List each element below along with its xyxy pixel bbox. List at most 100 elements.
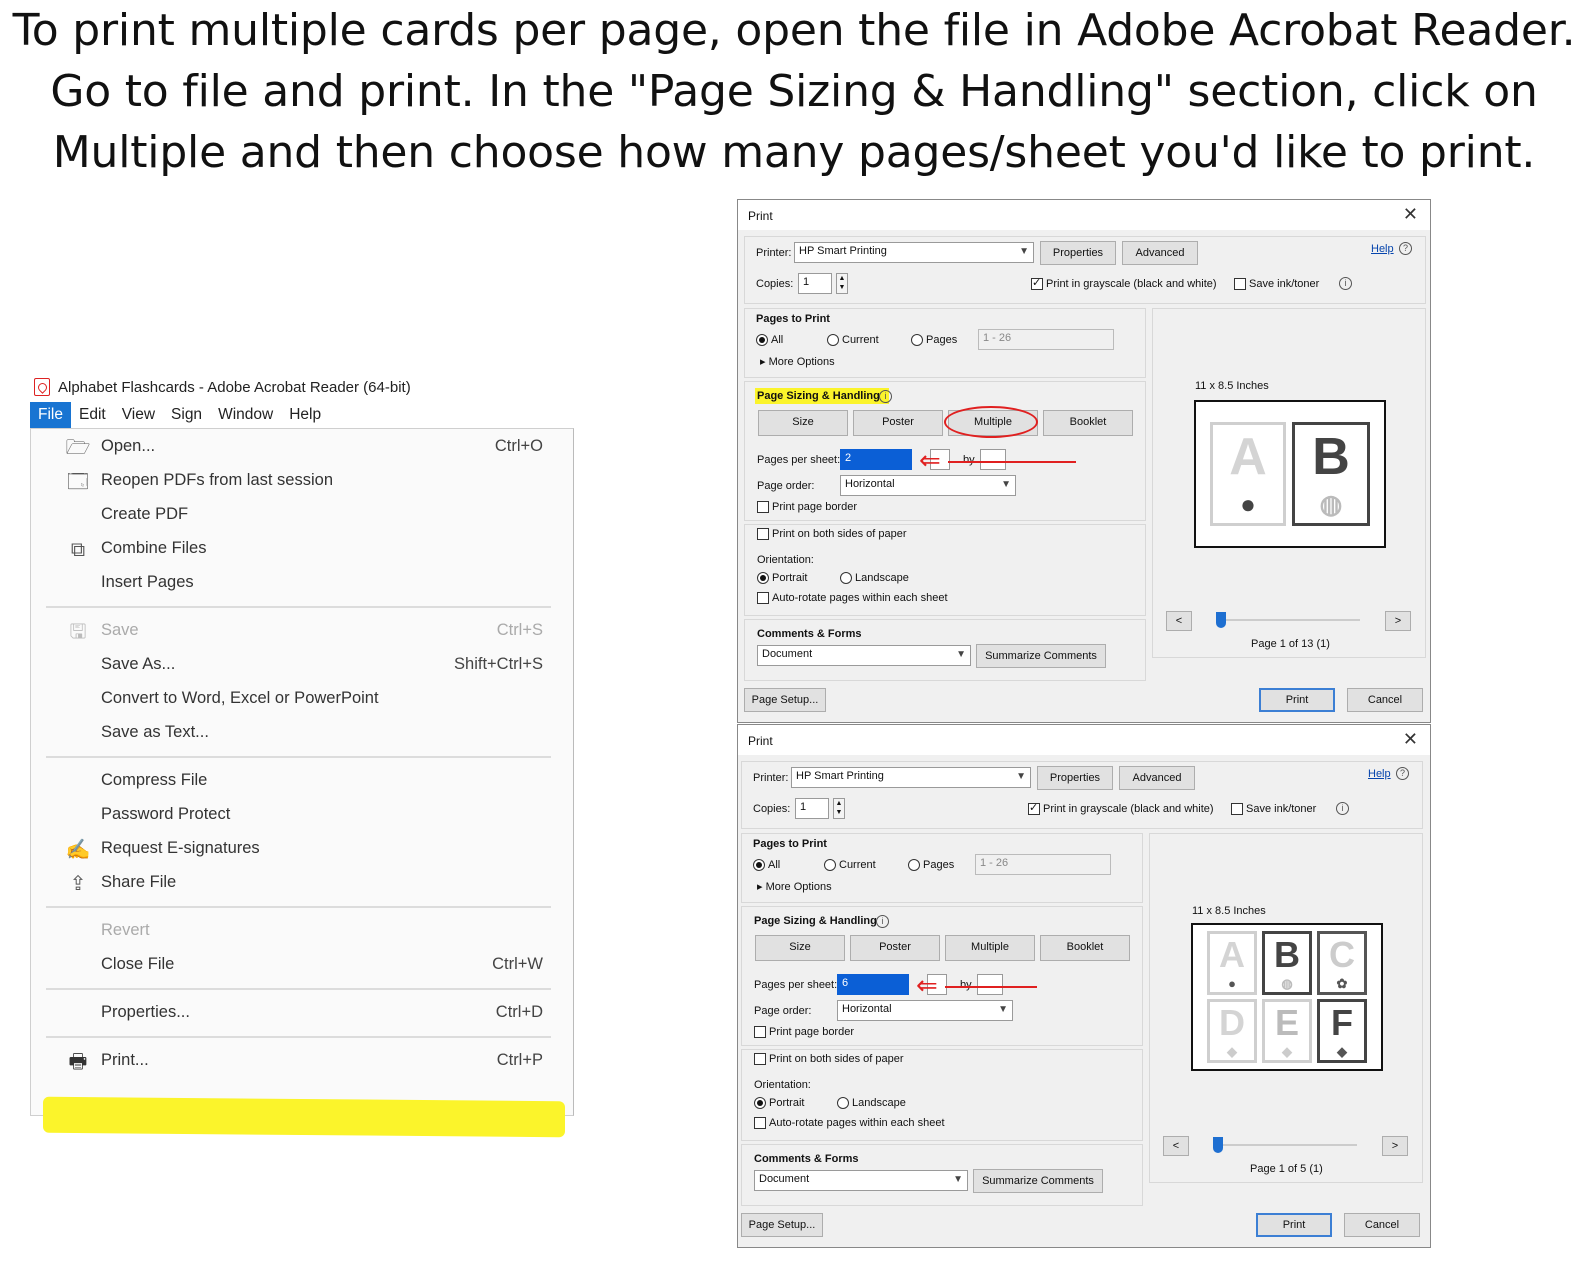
page-slider[interactable]	[1216, 619, 1360, 621]
printer-select[interactable]: HP Smart Printing ▼	[791, 767, 1031, 788]
menu-item-properties[interactable]: Properties... Ctrl+D	[31, 997, 575, 1029]
print-button[interactable]: Print	[1259, 688, 1335, 712]
print-button[interactable]: Print	[1256, 1213, 1332, 1237]
autorotate-checkbox[interactable]	[754, 1117, 766, 1129]
help-icon[interactable]: ?	[1399, 242, 1412, 255]
copies-input[interactable]: 1	[795, 798, 829, 819]
booklet-button[interactable]: Booklet	[1043, 410, 1133, 436]
menu-item-save-as-text[interactable]: Save as Text...	[31, 717, 575, 749]
cancel-button[interactable]: Cancel	[1347, 688, 1423, 712]
current-radio[interactable]	[827, 334, 839, 346]
prev-page-button[interactable]: <	[1166, 611, 1192, 631]
summarize-comments-button[interactable]: Summarize Comments	[976, 644, 1106, 668]
page-border-checkbox[interactable]	[757, 501, 769, 513]
menu-item-create-pdf[interactable]: Create PDF	[31, 499, 575, 531]
menu-edit[interactable]: Edit	[71, 402, 114, 428]
cancel-button[interactable]: Cancel	[1344, 1213, 1420, 1237]
menu-view[interactable]: View	[114, 402, 163, 428]
save-ink-checkbox[interactable]	[1234, 278, 1246, 290]
portrait-radio[interactable]	[754, 1097, 766, 1109]
page-order-select[interactable]: Horizontal ▼	[837, 1000, 1013, 1021]
page-slider[interactable]	[1213, 1144, 1357, 1146]
menu-item-insert-pages[interactable]: Insert Pages	[31, 567, 575, 599]
grayscale-checkbox[interactable]	[1028, 801, 1040, 815]
more-options-toggle[interactable]: ▸ More Options	[757, 880, 832, 893]
autorotate-checkbox[interactable]	[757, 592, 769, 604]
pages-radio[interactable]	[908, 859, 920, 871]
menu-sign[interactable]: Sign	[163, 402, 210, 428]
page-border-checkbox[interactable]	[754, 1026, 766, 1038]
slider-thumb[interactable]	[1216, 612, 1226, 628]
size-button[interactable]: Size	[755, 935, 845, 961]
page-setup-button[interactable]: Page Setup...	[744, 688, 826, 712]
copies-input[interactable]: 1	[798, 273, 832, 294]
help-icon[interactable]: ?	[1396, 767, 1409, 780]
menu-window[interactable]: Window	[210, 402, 281, 428]
menu-item-convert[interactable]: Convert to Word, Excel or PowerPoint	[31, 683, 575, 715]
grayscale-checkbox[interactable]	[1031, 276, 1043, 290]
info-icon[interactable]: i	[1339, 277, 1352, 290]
close-icon[interactable]: ✕	[1403, 729, 1418, 750]
poster-button[interactable]: Poster	[853, 410, 943, 436]
copies-stepper[interactable]: ▲ ▼	[833, 798, 845, 819]
booklet-button[interactable]: Booklet	[1040, 935, 1130, 961]
both-sides-checkbox[interactable]	[757, 528, 769, 540]
close-icon[interactable]: ✕	[1403, 204, 1418, 225]
info-icon[interactable]: i	[876, 915, 889, 928]
both-sides-checkbox[interactable]	[754, 1053, 766, 1065]
comments-select[interactable]: Document ▼	[757, 645, 971, 666]
printer-select[interactable]: HP Smart Printing ▼	[794, 242, 1034, 263]
more-options-toggle[interactable]: ▸ More Options	[760, 355, 835, 368]
menu-item-print[interactable]: 🖶 Print... Ctrl+P	[31, 1045, 575, 1077]
slider-thumb[interactable]	[1213, 1137, 1223, 1153]
prev-page-button[interactable]: <	[1163, 1136, 1189, 1156]
all-radio[interactable]	[753, 859, 765, 871]
help-link[interactable]: Help	[1371, 243, 1394, 255]
summarize-comments-button[interactable]: Summarize Comments	[973, 1169, 1103, 1193]
next-page-button[interactable]: >	[1382, 1136, 1408, 1156]
menu-item-save[interactable]: 🖫 Save Ctrl+S	[31, 615, 575, 647]
menu-item-revert[interactable]: Revert	[31, 915, 575, 947]
menu-item-combine-files[interactable]: ⧉ Combine Files	[31, 533, 575, 565]
size-button[interactable]: Size	[758, 410, 848, 436]
info-icon[interactable]: i	[1336, 802, 1349, 815]
pages-per-sheet-select[interactable]: 2	[840, 449, 912, 470]
menu-item-compress[interactable]: Compress File	[31, 765, 575, 797]
menu-item-save-as[interactable]: Save As... Shift+Ctrl+S	[31, 649, 575, 681]
landscape-radio[interactable]	[837, 1097, 849, 1109]
columns-input[interactable]	[977, 974, 1003, 995]
advanced-button[interactable]: Advanced	[1119, 766, 1195, 790]
menu-item-share-file[interactable]: ⇪ Share File	[31, 867, 575, 899]
page-order-select[interactable]: Horizontal ▼	[840, 475, 1016, 496]
pages-per-sheet-select[interactable]: 6	[837, 974, 909, 995]
save-ink-checkbox[interactable]	[1231, 803, 1243, 815]
next-page-button[interactable]: >	[1385, 611, 1411, 631]
menu-item-password[interactable]: Password Protect	[31, 799, 575, 831]
menu-help[interactable]: Help	[281, 402, 329, 428]
landscape-radio[interactable]	[840, 572, 852, 584]
red-arrow-annotation: ⇐	[919, 445, 941, 475]
page-range-input[interactable]: 1 - 26	[975, 854, 1111, 875]
info-icon[interactable]: i	[879, 390, 892, 403]
pages-radio[interactable]	[911, 334, 923, 346]
copies-stepper[interactable]: ▲ ▼	[836, 273, 848, 294]
comments-select[interactable]: Document ▼	[754, 1170, 968, 1191]
multiple-button[interactable]: Multiple	[945, 935, 1035, 961]
menu-item-request-esign[interactable]: ✍ Request E-signatures	[31, 833, 575, 865]
menu-file[interactable]: File	[30, 402, 71, 428]
page-setup-button[interactable]: Page Setup...	[741, 1213, 823, 1237]
properties-button[interactable]: Properties	[1040, 241, 1116, 265]
poster-button[interactable]: Poster	[850, 935, 940, 961]
menu-item-close-file[interactable]: Close File Ctrl+W	[31, 949, 575, 981]
current-radio[interactable]	[824, 859, 836, 871]
menu-item-open[interactable]: 🗁 Open... Ctrl+O	[31, 431, 575, 463]
all-radio[interactable]	[756, 334, 768, 346]
page-range-input[interactable]: 1 - 26	[978, 329, 1114, 350]
help-link[interactable]: Help	[1368, 768, 1391, 780]
page-sizing-title: Page Sizing & Handling	[757, 390, 880, 402]
properties-button[interactable]: Properties	[1037, 766, 1113, 790]
advanced-button[interactable]: Advanced	[1122, 241, 1198, 265]
portrait-radio[interactable]	[757, 572, 769, 584]
columns-input[interactable]	[980, 449, 1006, 470]
menu-item-reopen[interactable]: 🗔 Reopen PDFs from last session	[31, 465, 575, 497]
